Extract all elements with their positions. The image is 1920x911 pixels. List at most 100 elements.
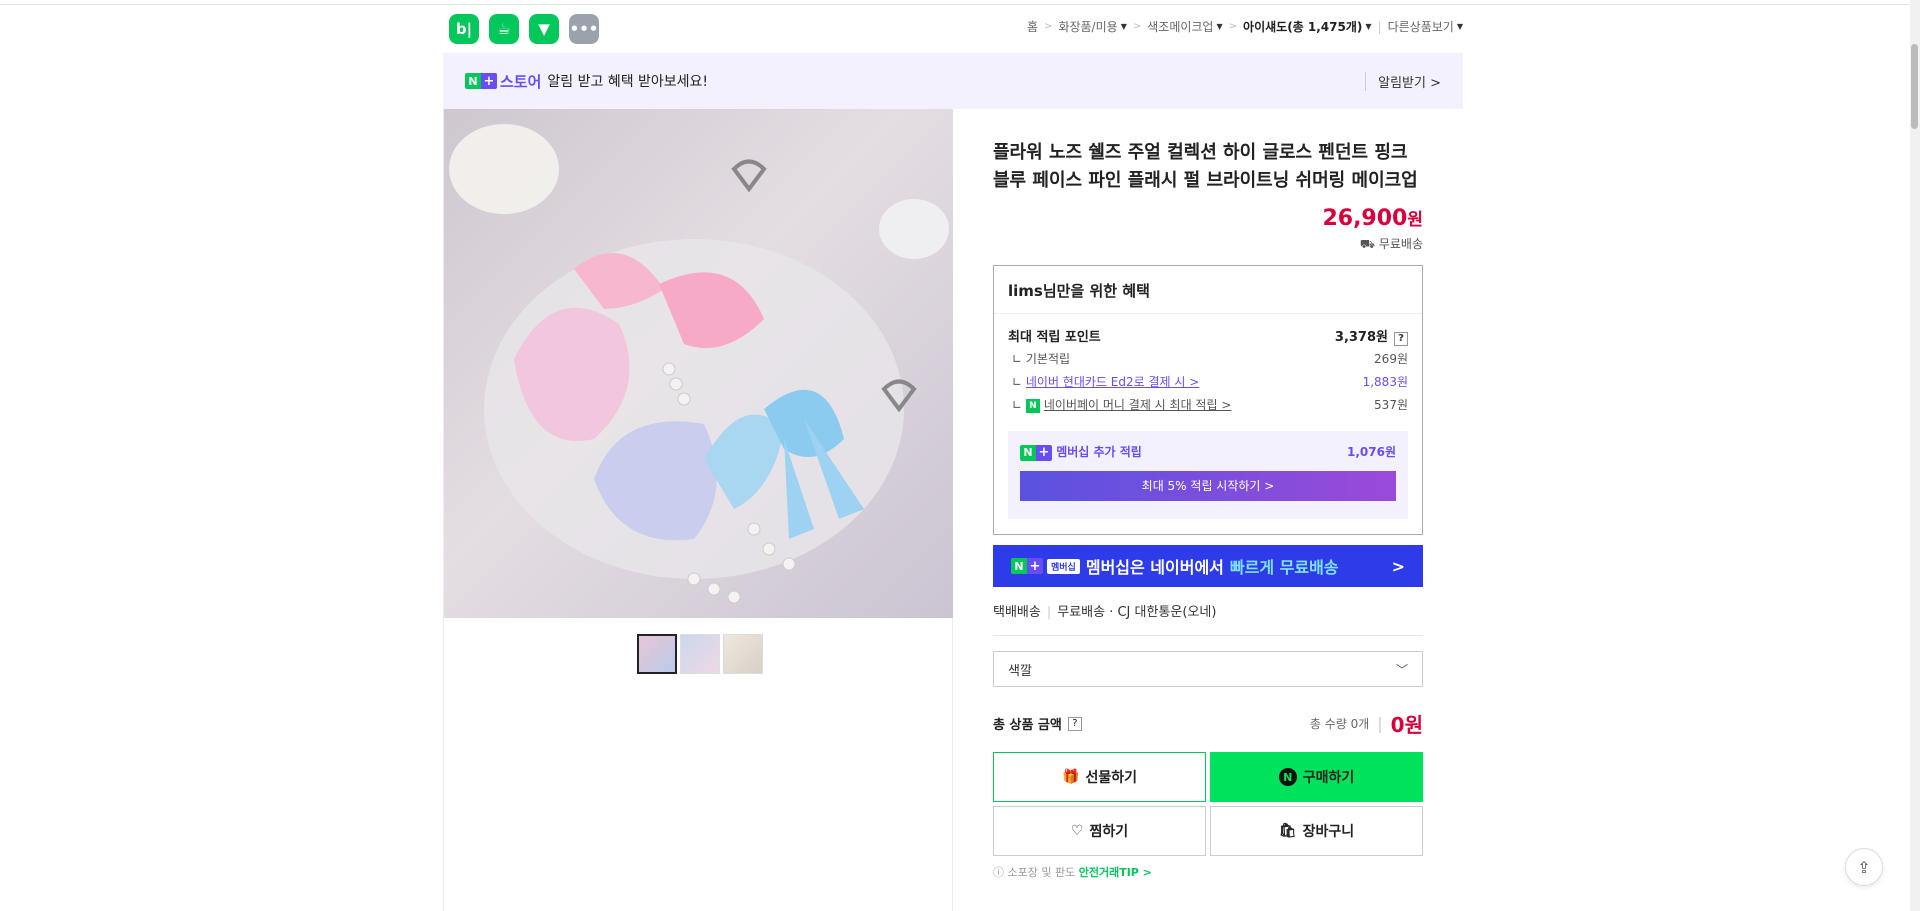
membership-box: N + 멤버십 추가 적립 1,076원 최대 5% 적립 시작하기 > bbox=[1008, 431, 1408, 519]
total-price-row: 총 상품 금액? 총 수량 0개 | 0원 bbox=[993, 709, 1423, 738]
benefit-box: lims님만을 위한 혜택 최대 적립 포인트 3,378원? ∟ 기본적립 2… bbox=[993, 265, 1423, 535]
gift-button[interactable]: 🎁 선물하기 bbox=[993, 752, 1206, 802]
more-app-icon[interactable]: ••• bbox=[569, 14, 599, 44]
plus-icon: + bbox=[481, 73, 497, 89]
membership-banner-text: 멤버십은 네이버에서 bbox=[1085, 558, 1224, 577]
product-main-image[interactable] bbox=[444, 109, 953, 618]
max-point-label: 최대 적립 포인트 bbox=[1008, 330, 1101, 345]
delivery-fee: 무료배송 bbox=[1057, 605, 1106, 620]
card-point-link[interactable]: 네이버 현대카드 Ed2로 결제 시 > bbox=[1026, 375, 1199, 389]
product-page: b| ☕ ▼ ••• 홈 > 화장품/미용 ▼ > 색조메이크업 ▼ > 아이섀도(… bbox=[443, 0, 1463, 911]
banner-message: 알림 받고 혜택 받아보세요! bbox=[547, 74, 709, 90]
action-buttons: 🎁 선물하기 N 구매하기 ♡ 찜하기 🛍 장바구니 bbox=[993, 752, 1423, 856]
naver-n-icon: N bbox=[1011, 558, 1027, 574]
cart-button-label: 장바구니 bbox=[1302, 824, 1355, 840]
option-select-label: 색깔 bbox=[1008, 663, 1032, 679]
buy-button[interactable]: N 구매하기 bbox=[1210, 752, 1423, 802]
page-scrollbar[interactable] bbox=[1910, 0, 1920, 911]
thumbnail-3[interactable] bbox=[723, 634, 763, 674]
safe-trade-link[interactable]: 안전거래TIP > bbox=[1079, 866, 1152, 879]
breadcrumb-separator: > bbox=[1132, 21, 1142, 32]
chevron-down-icon: ▼ bbox=[1120, 22, 1127, 31]
membership-banner[interactable]: N + 멤버십 멤버십은 네이버에서 빠르게 무료배송 > bbox=[993, 545, 1423, 587]
help-icon[interactable]: ? bbox=[1067, 716, 1082, 731]
chevron-right-icon: > bbox=[1391, 556, 1405, 576]
thumbnail-1[interactable] bbox=[637, 634, 677, 674]
pay-point-row: ∟ N 네이버페이 머니 결제 시 최대 적립 > 537원 bbox=[994, 393, 1422, 416]
delivery-type: 택배배송 bbox=[993, 605, 1041, 620]
total-qty: 총 수량 0개 bbox=[1309, 717, 1370, 731]
basic-point-label: 기본적립 bbox=[1025, 352, 1071, 366]
total-label: 총 상품 금액 bbox=[993, 718, 1062, 733]
truck-icon: ⛟ bbox=[1359, 237, 1375, 251]
share-icon: ⇪ bbox=[1857, 857, 1871, 877]
membership-value: 1,076원 bbox=[1347, 445, 1396, 459]
divider: | bbox=[1046, 605, 1052, 620]
subscribe-alarm-button[interactable]: 알림받기 > bbox=[1365, 71, 1441, 91]
product-price: 26,900원 bbox=[993, 205, 1423, 231]
pay-point-link[interactable]: 네이버페이 머니 결제 시 최대 적립 > bbox=[1044, 398, 1232, 412]
plus-icon: + bbox=[1036, 444, 1052, 461]
card-point-row: ∟ 네이버 현대카드 Ed2로 결제 시 > 1,883원 bbox=[994, 370, 1422, 393]
scrollbar-thumb[interactable] bbox=[1911, 44, 1918, 129]
wish-button[interactable]: ♡ 찜하기 bbox=[993, 806, 1206, 856]
breadcrumb-cat3[interactable]: 아이섀도(총 1,475개) bbox=[1243, 18, 1362, 35]
breadcrumb-cat1[interactable]: 화장품/미용 bbox=[1058, 18, 1117, 35]
app-shortcuts: b| ☕ ▼ ••• bbox=[449, 14, 599, 44]
indent-icon: ∟ bbox=[1012, 398, 1026, 412]
shipping-info: ⛟ 무료배송 bbox=[993, 235, 1423, 253]
safe-trade-tip: ⓘ 소포장 및 판도 안전거래TIP > bbox=[993, 864, 1423, 880]
benefit-title: lims님만을 위한 혜택 bbox=[994, 266, 1422, 314]
basic-point-row: ∟ 기본적립 269원 bbox=[994, 347, 1422, 370]
share-button[interactable]: ⇪ bbox=[1845, 848, 1883, 886]
gift-button-label: 선물하기 bbox=[1085, 770, 1137, 786]
product-info: 플라워 노즈 쉘즈 주얼 컬렉션 하이 글로스 펜던트 핑크 블루 페이스 파인… bbox=[993, 109, 1423, 880]
breadcrumb-separator: > bbox=[1228, 21, 1238, 32]
breadcrumb-separator: > bbox=[1044, 21, 1053, 32]
thumbnail-2[interactable] bbox=[680, 634, 720, 674]
breadcrumb: 홈 > 화장품/미용 ▼ > 색조메이크업 ▼ > 아이섀도(총 1,475개) ▼ … bbox=[1027, 18, 1463, 35]
max-point-value: 3,378원 bbox=[1334, 329, 1388, 345]
pay-point-value: 537원 bbox=[1374, 398, 1408, 412]
cart-button[interactable]: 🛍 장바구니 bbox=[1210, 806, 1423, 856]
basket-icon: 🛍 bbox=[1278, 823, 1297, 839]
naverpay-icon: N bbox=[1025, 398, 1040, 413]
naver-plus-logo: N + bbox=[1011, 558, 1043, 574]
bookmark-app-icon[interactable]: ▼ bbox=[529, 14, 559, 44]
naver-n-icon: N bbox=[465, 73, 481, 89]
naver-n-icon: N bbox=[1020, 444, 1036, 461]
other-products-link[interactable]: 다른상품보기 bbox=[1388, 18, 1454, 35]
help-icon[interactable]: ? bbox=[1394, 331, 1408, 346]
chevron-down-icon: ▼ bbox=[1456, 22, 1463, 31]
store-label: 스토어 bbox=[500, 72, 542, 91]
thumbnail-list bbox=[637, 634, 763, 674]
wish-button-label: 찜하기 bbox=[1089, 824, 1129, 840]
cafe-app-icon[interactable]: ☕ bbox=[489, 14, 519, 44]
gift-icon: 🎁 bbox=[1062, 769, 1080, 785]
membership-start-button[interactable]: 최대 5% 적립 시작하기 > bbox=[1020, 470, 1396, 501]
breadcrumb-cat2[interactable]: 색조메이크업 bbox=[1147, 18, 1213, 35]
delivery-info: 택배배송 | 무료배송 · CJ 대한통운(오네) bbox=[993, 601, 1423, 636]
total-amount: 0원 bbox=[1390, 713, 1423, 737]
safe-trade-prefix: ⓘ 소포장 및 판도 bbox=[993, 866, 1076, 879]
breadcrumb-home[interactable]: 홈 bbox=[1027, 18, 1038, 35]
image-gallery bbox=[443, 109, 953, 911]
naverpay-icon: N bbox=[1278, 768, 1297, 786]
option-select[interactable]: 색깔 ﹀ bbox=[993, 651, 1423, 687]
heart-icon: ♡ bbox=[1070, 823, 1084, 839]
plus-icon: + bbox=[1027, 558, 1043, 574]
chevron-down-icon: ▼ bbox=[1365, 22, 1372, 31]
basic-point-value: 269원 bbox=[1374, 352, 1408, 366]
naver-plus-logo: N + bbox=[1020, 444, 1052, 461]
membership-label: 멤버십 추가 적립 bbox=[1056, 445, 1142, 459]
product-title: 플라워 노즈 쉘즈 주얼 컬렉션 하이 글로스 펜던트 핑크 블루 페이스 파인… bbox=[993, 142, 1418, 191]
blog-app-icon[interactable]: b| bbox=[449, 14, 479, 44]
chevron-down-icon: ▼ bbox=[1216, 22, 1223, 31]
chevron-down-icon: ﹀ bbox=[1395, 662, 1408, 677]
card-point-value: 1,883원 bbox=[1362, 375, 1408, 389]
store-notification-banner: N + 스토어 알림 받고 혜택 받아보세요! 알림받기 > bbox=[443, 53, 1463, 109]
shipping-label: 무료배송 bbox=[1378, 237, 1423, 251]
max-point-row: 최대 적립 포인트 3,378원? bbox=[994, 324, 1422, 347]
divider: | bbox=[1377, 714, 1383, 733]
naver-plus-logo: N + bbox=[465, 73, 497, 89]
